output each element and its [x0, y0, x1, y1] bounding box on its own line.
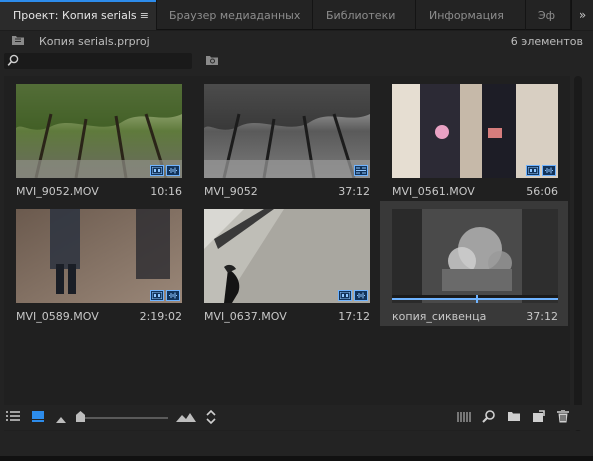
zoom-slider-handle[interactable] [76, 411, 85, 422]
search-icon [7, 54, 19, 70]
project-panel: Копия serials.prproj 6 элементов MVI_905… [0, 31, 593, 461]
vertical-scrollbar[interactable] [571, 76, 585, 431]
clip-thumbnail [16, 209, 182, 303]
clip-badges [526, 165, 556, 176]
tab-info-label: Информация [429, 9, 504, 22]
clip-name: MVI_9052 [204, 185, 258, 198]
clip-item[interactable]: MVI_9052.MOV 10:16 [4, 76, 192, 201]
new-bin-from-search-icon[interactable] [205, 55, 219, 69]
zoom-in-icon[interactable] [176, 412, 196, 425]
video-track-icon [526, 165, 540, 176]
clip-item[interactable]: MVI_9052 37:12 [192, 76, 380, 201]
audio-track-icon [166, 165, 180, 176]
video-track-icon [150, 290, 164, 301]
clip-duration: 2:19:02 [139, 310, 182, 323]
tab-libraries[interactable]: Библиотеки [313, 0, 416, 30]
sequence-icon [354, 165, 368, 176]
video-track-icon [338, 290, 352, 301]
new-bin-icon[interactable] [507, 411, 521, 425]
icon-view-icon[interactable] [32, 410, 44, 425]
clip-grid: MVI_9052.MOV 10:16 MVI_9052 37:12 MVI_05… [4, 76, 570, 431]
item-count: 6 элементов [510, 35, 583, 48]
audio-track-icon [166, 290, 180, 301]
tab-overflow-button[interactable]: » [571, 0, 593, 30]
clip-name: MVI_0637.MOV [204, 310, 287, 323]
tab-libraries-label: Библиотеки [326, 9, 396, 22]
clip-thumbnail [16, 84, 182, 178]
clip-thumbnail [392, 84, 558, 178]
clip-duration: 17:12 [338, 310, 370, 323]
folder-bin-icon[interactable] [11, 34, 25, 49]
clip-item[interactable]: MVI_0637.MOV 17:12 [192, 201, 380, 326]
panel-menu-icon[interactable]: ≡ [140, 0, 149, 30]
list-view-icon[interactable] [6, 410, 20, 425]
scrollbar-thumb[interactable] [574, 76, 582, 431]
sort-icons-icon[interactable] [206, 409, 216, 427]
clip-name: MVI_9052.MOV [16, 185, 99, 198]
clip-thumbnail [204, 209, 370, 303]
panel-tab-bar: Проект: Копия serials ≡ Браузер медиадан… [0, 0, 593, 30]
panel-frame-bottom [0, 456, 593, 461]
find-icon[interactable] [482, 410, 495, 426]
clip-item[interactable]: MVI_0589.MOV 2:19:02 [4, 201, 192, 326]
clip-duration: 56:06 [526, 185, 558, 198]
search-field[interactable] [4, 53, 192, 69]
tab-project[interactable]: Проект: Копия serials ≡ [0, 0, 157, 30]
automate-to-sequence-icon[interactable] [457, 412, 473, 425]
clip-badges [150, 290, 180, 301]
clip-name: копия_сиквенца [392, 310, 487, 323]
zoom-slider-track[interactable] [78, 417, 168, 419]
trash-icon[interactable] [557, 409, 569, 426]
project-file-path: Копия serials.prproj [39, 35, 150, 48]
clip-thumbnail [392, 209, 558, 303]
clip-name: MVI_0589.MOV [16, 310, 99, 323]
audio-track-icon [354, 290, 368, 301]
clip-thumbnail [204, 84, 370, 178]
clip-duration: 37:12 [338, 185, 370, 198]
clip-item[interactable]: MVI_0561.MOV 56:06 [380, 76, 568, 201]
video-track-icon [150, 165, 164, 176]
zoom-out-icon[interactable] [56, 413, 66, 426]
clip-name: MVI_0561.MOV [392, 185, 475, 198]
bottom-toolbar [0, 405, 593, 430]
clip-badges [338, 290, 368, 301]
tab-effects-label: Эф [538, 9, 556, 22]
tab-media-browser-label: Браузер медиаданных [169, 9, 301, 22]
clip-badges [354, 165, 368, 176]
tab-effects[interactable]: Эф [526, 0, 571, 30]
new-item-icon[interactable] [532, 410, 545, 426]
search-input[interactable] [22, 53, 190, 69]
tab-info[interactable]: Информация [416, 0, 526, 30]
audio-track-icon [542, 165, 556, 176]
clip-duration: 37:12 [526, 310, 558, 323]
tab-project-label: Проект: Копия serials [13, 9, 137, 22]
clip-duration: 10:16 [150, 185, 182, 198]
clip-item-selected[interactable]: копия_сиквенца 37:12 [380, 201, 568, 326]
tab-media-browser[interactable]: Браузер медиаданных [157, 0, 313, 30]
clip-badges [150, 165, 180, 176]
